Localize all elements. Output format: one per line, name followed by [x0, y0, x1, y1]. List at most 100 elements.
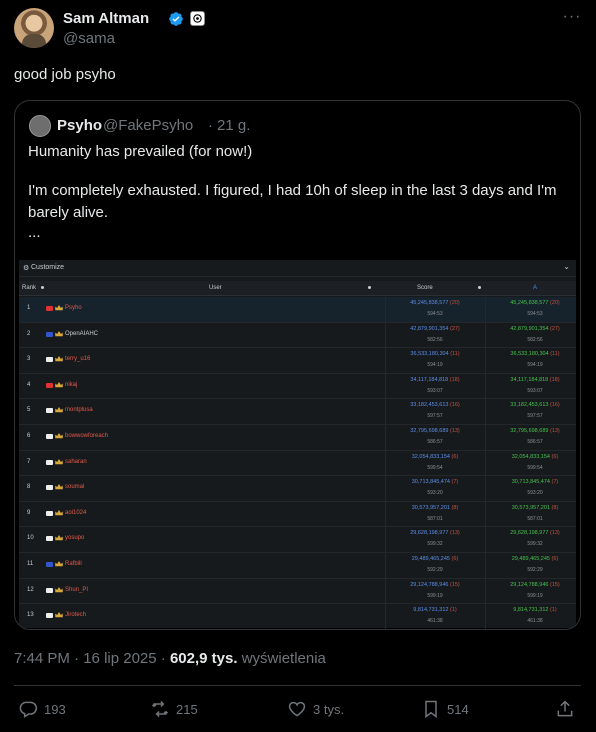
row-user[interactable]: bowwowforeach — [65, 433, 108, 439]
row-user[interactable]: Rafbill — [65, 561, 82, 567]
flag-icon — [46, 306, 53, 311]
quote-author-handle: @FakePsyho — [103, 117, 194, 134]
row-score: 42,879,901,354 (27) — [385, 326, 485, 332]
tweet-meta: 7:44 PM · 16 lip 2025 · 602,9 tys. wyświ… — [14, 650, 326, 667]
score-a-rank: (15) — [549, 581, 560, 588]
crown-icon — [55, 561, 63, 567]
row-time: 592:29 — [427, 567, 443, 573]
row-score-a: 9,814,731,312 (1) — [485, 607, 580, 613]
score-rank: (13) — [449, 428, 460, 434]
row-user[interactable]: montplusa — [65, 407, 93, 413]
tweet-date[interactable]: 16 lip 2025 — [83, 650, 156, 667]
row-time-a: 599:54 — [527, 464, 543, 471]
score-value: 34,117,184,818 — [410, 376, 449, 383]
row-score-a: 32,054,833,154 (6) — [485, 454, 580, 460]
row-user[interactable]: nikaj — [65, 382, 77, 388]
settings-icon: ⚙ — [23, 265, 30, 272]
tweet-header: Sam Altman @sama ··· — [14, 8, 582, 52]
quote-avatar — [29, 115, 51, 137]
row-time: 597:57 — [427, 413, 443, 420]
score-rank: (11) — [450, 351, 460, 358]
quote-separator: · — [208, 117, 213, 134]
flag-icon — [46, 331, 53, 337]
table-row: 5 montplusa 33,182,453,613 (16) 597:57 33,18… — [19, 399, 576, 425]
score-a-rank: (6) — [551, 556, 559, 562]
row-rank: 1 — [27, 305, 31, 311]
row-user[interactable]: Jirotech — [65, 612, 86, 618]
score-a-value: 30,713,845,474 — [511, 479, 550, 486]
quote-tweet[interactable]: Psyho @FakePsyho · 21 g. Humanity has pr… — [14, 100, 581, 630]
score-rank: (18) — [449, 376, 460, 383]
row-user[interactable]: terry_u16 — [65, 356, 90, 362]
row-score: 30,713,845,474 (7) — [385, 479, 485, 485]
author-name[interactable]: Sam Altman — [63, 10, 149, 27]
score-a-value: 45,245,838,577 — [510, 300, 549, 306]
like-icon — [288, 701, 306, 717]
row-time: 593:20 — [427, 490, 443, 497]
row-time: 599:54 — [427, 464, 443, 471]
crown-icon — [55, 484, 63, 490]
score-rank: (20) — [449, 300, 460, 306]
row-time-a: 597:57 — [527, 413, 543, 420]
score-rank: (6) — [451, 556, 459, 562]
tweet-text: good job psyho — [14, 66, 116, 83]
row-rank: 9 — [27, 509, 31, 516]
score-value: 9,814,731,312 — [413, 607, 449, 614]
row-user[interactable]: soumal — [65, 484, 84, 490]
sort-icon — [368, 286, 371, 289]
org-badge-icon[interactable] — [190, 11, 205, 26]
row-user[interactable]: yosupo — [65, 535, 84, 541]
score-a-value: 29,489,465,245 — [511, 556, 550, 562]
row-score-a: 34,117,184,818 (18) — [485, 377, 580, 383]
row-time-a: 599:19 — [527, 592, 543, 599]
author-avatar[interactable] — [14, 8, 54, 48]
score-a-value: 33,182,453,613 — [510, 402, 549, 409]
table-row: 7 saharan 32,054,833,154 (6) 599:54 32,054,8… — [19, 450, 576, 477]
row-user[interactable]: Psyho — [65, 305, 82, 311]
row-rank: 6 — [27, 433, 31, 439]
score-value: 45,245,838,577 — [410, 300, 449, 306]
like-button[interactable]: 3 tys. — [287, 699, 344, 719]
score-a-value: 42,879,901,354 — [510, 325, 549, 332]
flag-icon — [46, 587, 53, 593]
reply-button[interactable]: 193 — [18, 699, 66, 719]
row-user[interactable]: Shun_PI — [65, 587, 88, 593]
bookmark-button[interactable]: 514 — [421, 699, 469, 719]
row-score-a: 29,628,198,977 (13) — [485, 530, 580, 537]
more-icon[interactable]: ··· — [562, 9, 582, 30]
score-a-rank: (13) — [549, 530, 560, 537]
crown-icon — [55, 586, 63, 592]
meta-separator: · — [74, 650, 80, 667]
row-user[interactable]: saharan — [65, 459, 87, 465]
score-a-rank: (20) — [549, 300, 560, 306]
row-time-a: 593:20 — [527, 490, 543, 497]
row-score: 32,054,833,154 (6) — [385, 454, 485, 460]
score-a-value: 36,533,180,304 — [510, 351, 549, 358]
score-rank: (27) — [449, 325, 460, 332]
score-a-value: 32,795,698,689 — [510, 428, 549, 434]
score-value: 29,124,788,946 — [410, 581, 449, 588]
share-button[interactable] — [555, 699, 581, 719]
score-rank: (6) — [451, 453, 459, 460]
row-rank: 7 — [27, 458, 31, 465]
row-score: 32,795,698,689 (13) — [385, 428, 485, 434]
tweet-time[interactable]: 7:44 PM — [14, 650, 70, 667]
verified-icon — [169, 12, 183, 26]
row-score: 29,628,198,977 (13) — [385, 530, 485, 536]
row-score-a: 33,182,453,613 (16) — [485, 402, 580, 409]
table-row: 2 OpenAIAHC 42,879,901,354 (27) 582:56 42,87… — [19, 322, 576, 349]
row-time: 599:32 — [427, 541, 443, 548]
flag-icon — [46, 536, 53, 542]
divider — [14, 685, 581, 686]
row-user[interactable]: OpenAIAHC — [65, 331, 98, 337]
retweet-button[interactable]: 215 — [150, 699, 198, 719]
row-score-a: 42,879,901,354 (27) — [485, 325, 580, 332]
sort-icon — [41, 286, 44, 289]
row-user[interactable]: aoi1024 — [65, 510, 86, 516]
table-row: 11 Rafbill 29,489,465,245 (6) 592:29 29,489,… — [19, 553, 576, 579]
row-time: 586:57 — [427, 439, 443, 445]
flag-icon — [46, 408, 53, 414]
table-row: 6 bowwowforeach 32,795,698,689 (13) 586:57 3… — [19, 425, 576, 451]
author-handle[interactable]: @sama — [63, 30, 115, 47]
row-time-a: 582:56 — [527, 336, 543, 343]
